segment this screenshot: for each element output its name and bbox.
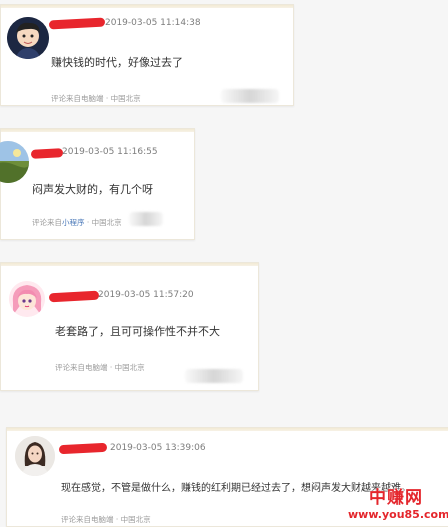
source-prefix: 评论来自电脑端 bbox=[61, 515, 114, 524]
blurred-actions bbox=[129, 212, 163, 226]
watermark-name: 中赚网 bbox=[369, 488, 423, 508]
source-location: · 中国北京 bbox=[105, 94, 141, 103]
site-watermark-logo: 中赚网 www.you85.com bbox=[348, 483, 448, 521]
card-top-border bbox=[7, 428, 448, 431]
blurred-actions bbox=[221, 89, 279, 103]
comment-source: 评论来自电脑端 · 中国北京 bbox=[55, 362, 145, 373]
comment-timestamp: 2019-03-05 11:14:38 bbox=[105, 18, 201, 28]
comment-card-3: 2019-03-05 11:57:20 老套路了，且可可操作性不并不大 评论来自… bbox=[0, 262, 259, 391]
source-prefix: 评论来自 bbox=[32, 218, 62, 227]
comment-text: 闷声发大财的，有几个呀 bbox=[32, 183, 153, 196]
blurred-actions bbox=[185, 369, 243, 383]
anime-girl-avatar-icon[interactable] bbox=[9, 281, 45, 317]
comment-card-1: 2019-03-05 11:14:38 赚快钱的时代，好像过去了 评论来自电脑端… bbox=[0, 4, 294, 106]
redacted-username bbox=[58, 442, 108, 455]
woman-photo-avatar-icon[interactable] bbox=[15, 436, 55, 476]
card-top-border bbox=[1, 5, 293, 8]
source-location: · 中国北京 bbox=[115, 515, 151, 524]
mini-program-link[interactable]: 小程序 bbox=[62, 218, 85, 227]
source-location: · 中国北京 bbox=[86, 218, 122, 227]
comment-card-2: 2019-03-05 11:16:55 闷声发大财的，有几个呀 评论来自小程序 … bbox=[0, 128, 195, 240]
card-top-border bbox=[1, 263, 258, 266]
source-prefix: 评论来自电脑端 bbox=[55, 363, 108, 372]
comment-timestamp: 2019-03-05 13:39:06 bbox=[110, 443, 206, 453]
comment-timestamp: 2019-03-05 11:16:55 bbox=[62, 147, 158, 157]
card-top-border bbox=[1, 129, 194, 132]
cartoon-boy-avatar-icon[interactable] bbox=[7, 17, 49, 59]
source-prefix: 评论来自电脑端 bbox=[51, 94, 104, 103]
comment-text: 老套路了，且可可操作性不并不大 bbox=[55, 325, 220, 338]
comment-source: 评论来自小程序 · 中国北京 bbox=[32, 217, 122, 228]
comment-text: 赚快钱的时代，好像过去了 bbox=[51, 56, 183, 69]
comment-timestamp: 2019-03-05 11:57:20 bbox=[98, 290, 194, 300]
comment-source: 评论来自电脑端 · 中国北京 bbox=[61, 514, 151, 525]
comment-source: 评论来自电脑端 · 中国北京 bbox=[51, 93, 141, 104]
landscape-avatar-icon[interactable] bbox=[0, 141, 29, 183]
redacted-username bbox=[30, 148, 64, 159]
watermark-url: www.you85.com bbox=[348, 508, 448, 521]
redacted-username bbox=[48, 17, 106, 30]
redacted-username bbox=[48, 290, 100, 303]
source-location: · 中国北京 bbox=[109, 363, 145, 372]
